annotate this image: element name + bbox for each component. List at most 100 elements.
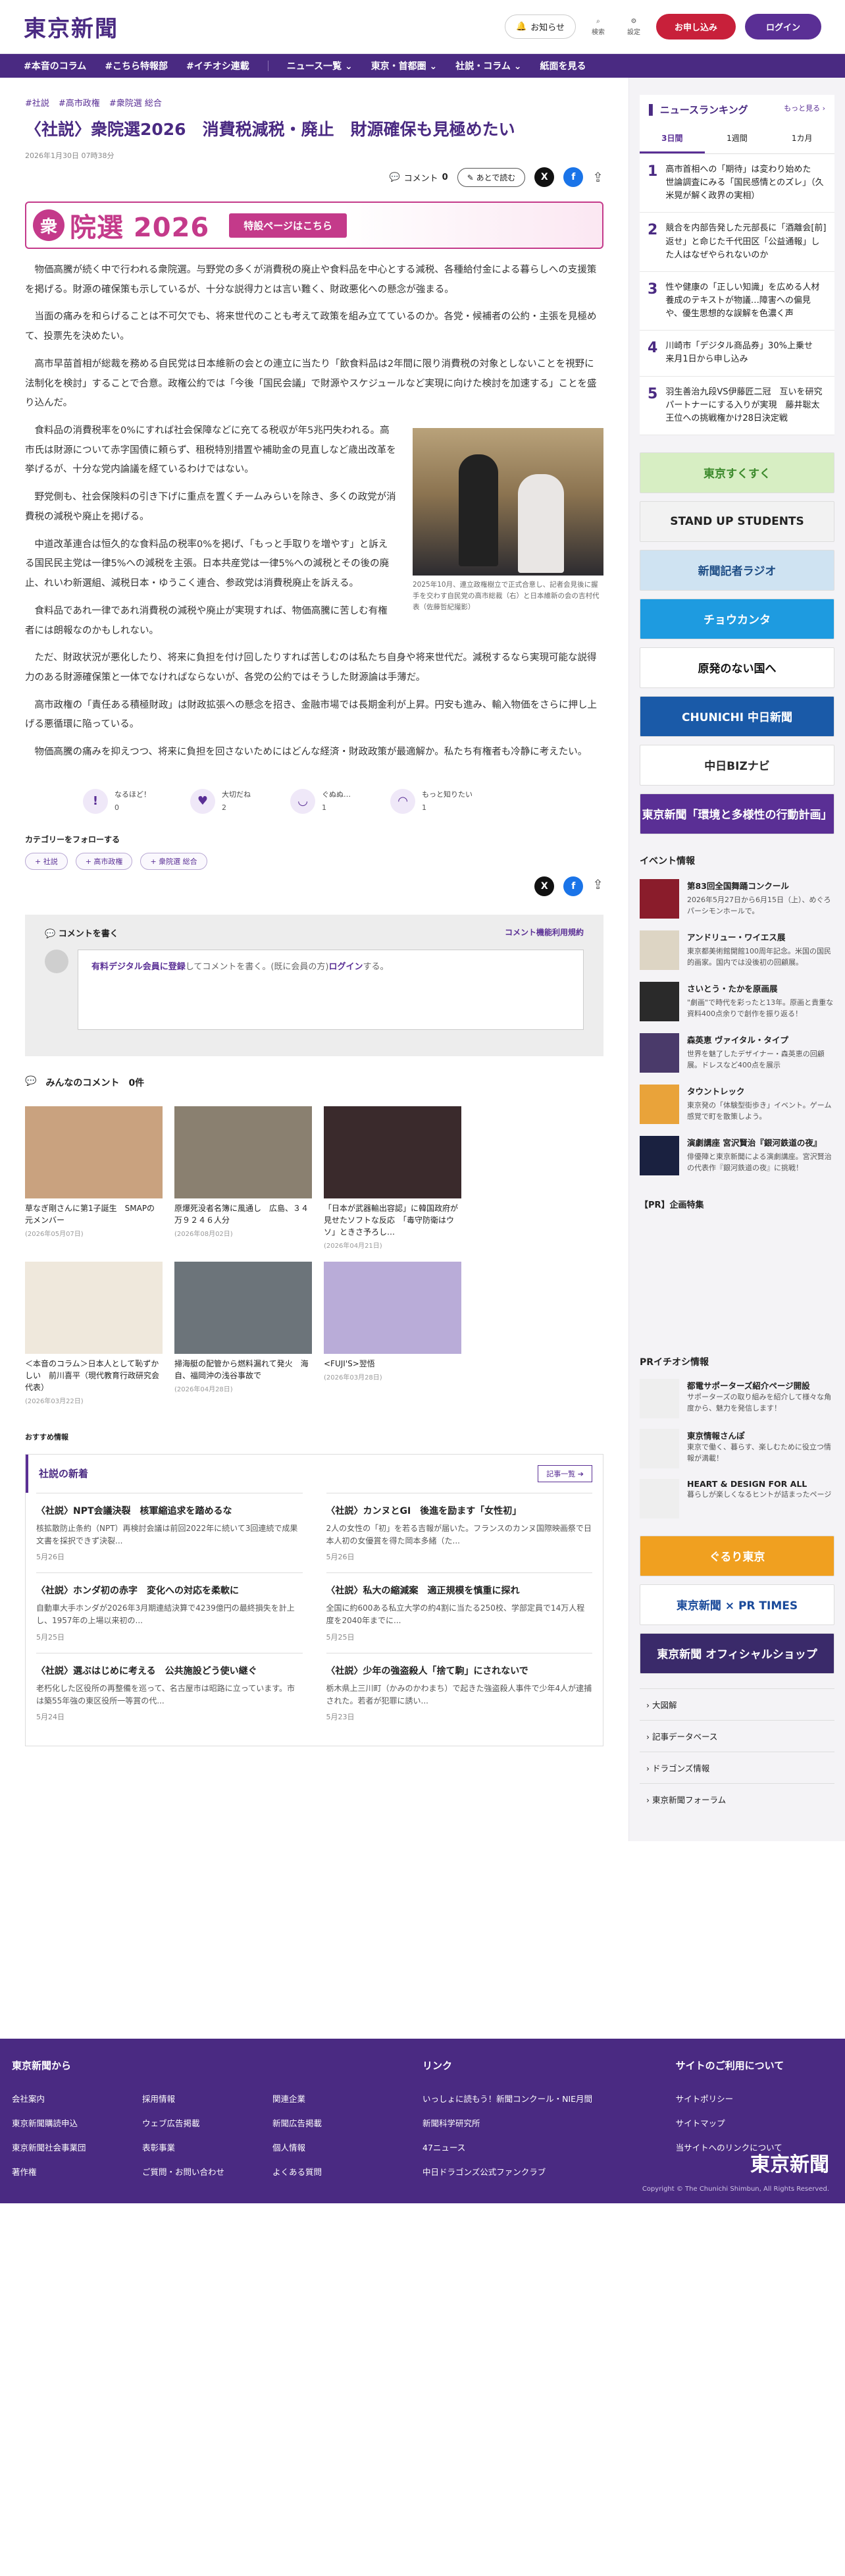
footer-link[interactable]: 新聞科学研究所 [423,2116,650,2129]
editorial-list-link[interactable]: 記事一覧 ➔ [538,1464,592,1482]
ranking-item[interactable]: 2 競合を内部告発した元部長に「酒離会[前]返せ」と命じた千代田区「公益通報」した… [640,213,834,272]
reaction-item[interactable]: ◠ もっと知りたい 1 [390,788,473,814]
gnav-item[interactable]: 東京・首都圏 ⌄ [371,59,438,72]
settings-button[interactable]: ⚙ 設定 [621,18,647,36]
footer-link[interactable]: 47ニュース [423,2141,650,2153]
footer-link[interactable]: よくある質問 [272,2165,396,2178]
thumbnail-card[interactable]: 掃海艇の配管から燃料漏れて発火 海自、福岡沖の浅谷事故で (2026年04月28日… [174,1261,312,1405]
facebook-share-icon[interactable]: f [563,876,584,896]
ad-banner[interactable]: 中日BIZナビ [640,744,834,786]
comment-field[interactable]: 有料デジタル会員に登録してコメントを書く。(既に会員の方)ログインする。 [78,949,584,1030]
event-item[interactable]: さいとう・たかを原画展 "劇画"で時代を彩ったと13年。原画と貴重な資料400点余… [640,981,834,1021]
pr-item[interactable]: HEART & DESIGN FOR ALL 暮らしが楽しくなるヒントが詰まったペ… [640,1478,834,1518]
tab-1month[interactable]: 1カ月 [769,124,834,153]
share-icon[interactable]: ⇪ [592,169,603,185]
x-share-icon[interactable]: X [534,167,555,187]
side-link[interactable]: › 東京新聞フォーラム [640,1783,834,1815]
search-button[interactable]: ⌕ 検索 [585,18,611,36]
footer-link[interactable]: 中日ドラゴンズ公式ファンクラブ [423,2165,650,2178]
ad-banner[interactable]: CHUNICHI 中日新聞 [640,695,834,737]
election-banner[interactable]: 衆 院選 2026 特設ページはこちら [25,201,603,249]
editorial-item[interactable]: 〈社説〉少年の強盗殺人「捨て駒」にされないで 栃木県上三川町（かみのかわまち）で起… [326,1652,592,1732]
ranking-item[interactable]: 5 羽生善治九段VS伊藤匠二冠 互いを研究パートナーにする入りが実現 藤井聡太王位… [640,377,834,435]
gnav-item[interactable]: ニュース一覧 ⌄ [287,59,353,72]
side-link[interactable]: › 記事データベース [640,1719,834,1752]
register-link[interactable]: 有料デジタル会員に登録 [91,962,186,972]
event-item[interactable]: 森英恵 ヴァイタル・タイプ 世界を魅了したデザイナー・森英恵の回顧展。ドレスなど4… [640,1033,834,1073]
share-icon[interactable]: ⇪ [592,876,603,896]
reaction-item[interactable]: ! なるほど！ 0 [83,788,151,814]
footer-link[interactable]: ご質問・お問い合わせ [142,2165,266,2178]
editorial-item[interactable]: 〈社説〉選ぶはじめに考える 公共施設どう使い継ぐ 老朽化した区役所の再整備を巡って… [36,1652,303,1732]
follow-chip[interactable]: + 高市政権 [75,852,133,870]
event-item[interactable]: アンドリュー・ワイエス展 東京都美術館開館100周年記念。米国の国民的画家。国内で… [640,930,834,970]
ad-banner[interactable]: 東京新聞 × PR TIMES [640,1584,834,1625]
tab-1week[interactable]: 1週間 [705,124,770,153]
thumbnail-card[interactable]: 原爆死没者名簿に風通し 広島、３４万９２４６人分 (2026年08月02日) [174,1106,312,1250]
ad-banner[interactable]: 東京新聞 オフィシャルショップ [640,1632,834,1674]
reaction-item[interactable]: ◡ ぐぬぬ… 1 [290,788,351,814]
pr-item[interactable]: 東京情報さんぽ 東京で働く、暮らす、楽しむために役立つ情報が満載！ [640,1428,834,1468]
thumbnail-card[interactable]: ＜本音のコラム＞日本人として恥ずかしい 前川喜平（現代教育行政研究会代表） (20… [25,1261,163,1405]
footer-link[interactable]: 関連企業 [272,2092,396,2105]
event-item[interactable]: 演劇講座 宮沢賢治『銀河鉄道の夜』 俳優陣と東京新聞による演劇講座。宮沢賢治の代表… [640,1135,834,1175]
comment-link[interactable]: 💬 コメント 0 [389,171,448,184]
footer-link[interactable]: 表彰事業 [142,2141,266,2153]
comment-rules-link[interactable]: コメント機能利用規約 [505,926,584,939]
reaction-item[interactable]: ♥ 大切だね 2 [190,788,251,814]
site-logo[interactable]: 東京新聞 [24,11,118,43]
x-share-icon[interactable]: X [534,876,555,896]
ad-banner[interactable]: 東京新聞「環境と多様性の行動計画」 [640,793,834,834]
notice-button[interactable]: 🔔 お知らせ [505,14,576,39]
editorial-item[interactable]: 〈社説〉NPT会議決裂 核軍縮追求を踏めるな 核拡散防止条約（NPT）再検討会議は… [36,1492,303,1572]
ad-banner[interactable]: 新聞記者ラジオ [640,549,834,591]
subscribe-button[interactable]: お申し込み [655,14,736,40]
thumbnail-card[interactable]: 「日本が武器輸出容認」に韓国政府が見せたソフトな反応 「毒守防衛はウソ」ときさ予… [324,1106,461,1250]
footer-link[interactable]: 東京新聞購読申込 [12,2116,136,2129]
ranking-item[interactable]: 1 高市首相への「期待」は変わり始めた 世論調査にみる「国民感情とのズレ」（久米晃… [640,154,834,213]
gnav-item[interactable]: 社説・コラム ⌄ [455,59,521,72]
follow-chip[interactable]: + 社説 [25,852,68,870]
tag-link[interactable]: #社説 [25,96,49,109]
follow-chip[interactable]: + 衆院選 総合 [140,852,207,870]
footer-link[interactable]: 新聞広告掲載 [272,2116,396,2129]
ad-banner[interactable]: 原発のない国へ [640,647,834,688]
side-link[interactable]: › ドラゴンズ情報 [640,1751,834,1783]
thumbnail-card[interactable]: <FUJI'S>翌悟 (2026年03月28日) [324,1261,461,1405]
facebook-share-icon[interactable]: f [563,167,584,187]
login-button[interactable]: ログイン [744,14,821,40]
tag-link[interactable]: #衆院選 総合 [109,96,162,109]
gnav-item[interactable]: 紙面を見る [540,59,586,72]
footer-link[interactable]: 東京新聞社会事業団 [12,2141,136,2153]
side-link[interactable]: › 大図解 [640,1688,834,1720]
ad-banner[interactable]: STAND UP STUDENTS [640,500,834,542]
tag-link[interactable]: #高市政権 [59,96,100,109]
footer-link[interactable]: 著作権 [12,2165,136,2178]
pr-item[interactable]: 都電サポーターズ紹介ページ開設 サポーターズの取り組みを紹介して様々な角度から、魅… [640,1378,834,1418]
ranking-item[interactable]: 3 性や健康の「正しい知識」を広める人材養成のテキストが物議…障害への偏見や、優生… [640,272,834,331]
footer-link[interactable]: 会社案内 [12,2092,136,2105]
article-photo[interactable] [413,428,603,576]
ranking-more-link[interactable]: もっと見る › [784,103,825,117]
gnav-item[interactable]: #本音のコラム [24,59,86,72]
footer-link[interactable]: 採用情報 [142,2092,266,2105]
editorial-item[interactable]: 〈社説〉ホンダ初の赤字 変化への対応を柔軟に 自動車大手ホンダが2026年3月期連… [36,1572,303,1652]
read-later-button[interactable]: ✎ あとで読む [457,167,526,187]
thumbnail-card[interactable]: 草なぎ剛さんに第1子誕生 SMAPの元メンバー (2026年05月07日) [25,1106,163,1250]
footer-link[interactable]: いっしょに読もう！新聞コンクール・NIE月間 [423,2092,650,2105]
footer-link[interactable]: 個人情報 [272,2141,396,2153]
event-item[interactable]: タウントレック 東京発の「体験型街歩き」イベント。ゲーム感覚で町を散策しよう。 [640,1084,834,1124]
ad-banner[interactable]: ぐるり東京 [640,1535,834,1576]
ad-banner[interactable]: チョウカンタ [640,598,834,639]
gnav-item[interactable]: #こちら特報部 [105,59,168,72]
editorial-item[interactable]: 〈社説〉私大の縮減案 適正規模を慎重に探れ 全国に約600ある私立大学の約4割に当… [326,1572,592,1652]
gnav-item[interactable]: #イチオシ連載 [186,59,249,72]
editorial-item[interactable]: 〈社説〉カンヌとGI 後進を励ます「女性初」 2人の女性の「初」を若る吉報が届いた… [326,1492,592,1572]
ranking-item[interactable]: 4 川崎市「デジタル商品券」30%上乗せ 来月1日から申し込み [640,331,834,377]
footer-link[interactable]: サイトマップ [676,2116,833,2129]
ad-banner[interactable]: 東京すくすく [640,452,834,493]
footer-link[interactable]: ウェブ広告掲載 [142,2116,266,2129]
tab-3days[interactable]: 3日間 [640,124,705,153]
login-link[interactable]: ログイン [329,962,363,972]
footer-link[interactable]: サイトポリシー [676,2092,833,2105]
